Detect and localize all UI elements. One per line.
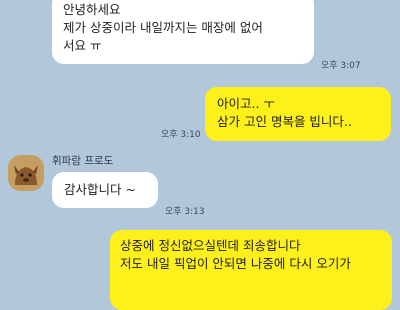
incoming-message-bubble[interactable]: 감사합니다 ~ (52, 172, 158, 208)
message-timestamp: 오후 3:13 (165, 207, 205, 217)
message-timestamp: 오후 3:07 (321, 61, 361, 71)
message-timestamp: 오후 3:10 (161, 130, 201, 140)
chat-screen: { "colors": { "background": "#b2c7d9", "… (0, 0, 400, 310)
sender-name: 휘파람 프로도 (52, 155, 114, 167)
incoming-message-bubble[interactable]: 안녕하세요 제가 상중이라 내일까지는 매장에 없어 서요 ㅠ (52, 0, 314, 64)
frodo-character-icon[interactable] (8, 155, 44, 191)
outgoing-message-bubble[interactable]: 아이고.. ㅜ 삼가 고인 명복을 빕니다.. (205, 87, 391, 141)
outgoing-message-bubble[interactable]: 상중에 정신없으실텐데 죄송합니다 저도 내일 픽업이 안되면 나중에 다시 오… (110, 230, 392, 310)
